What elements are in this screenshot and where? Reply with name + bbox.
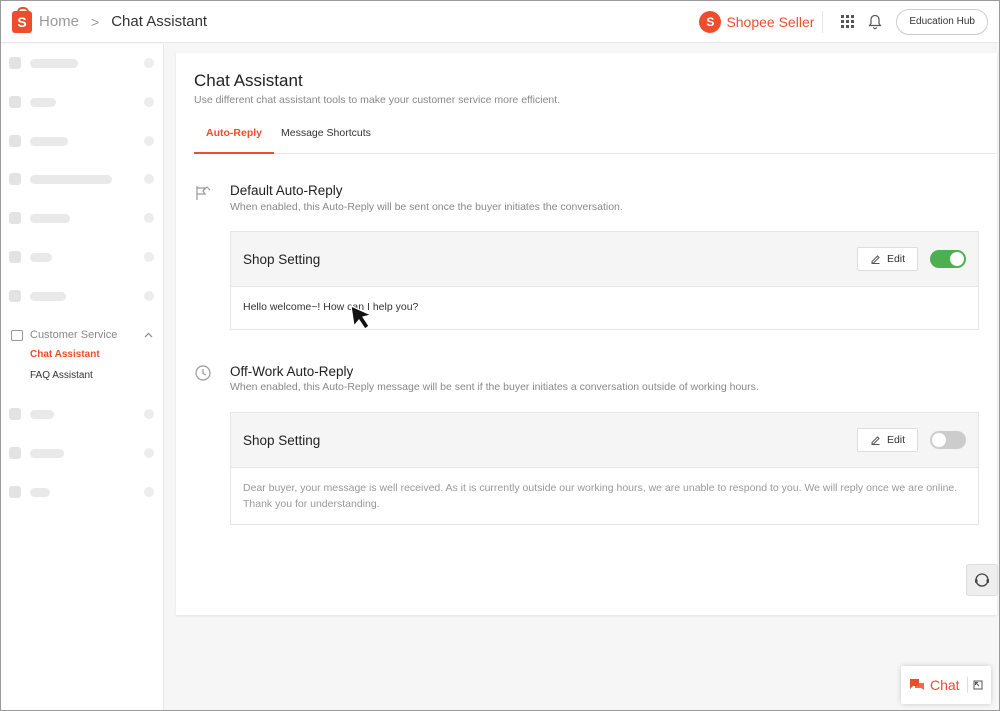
blurred-icon [9, 57, 21, 69]
chevron-icon [144, 97, 154, 107]
chevron-icon [144, 58, 154, 68]
toggle-knob [932, 433, 946, 447]
blurred-icon [9, 96, 21, 108]
breadcrumb-separator: > [91, 14, 99, 30]
sidebar-item-blurred[interactable] [9, 55, 154, 71]
sidebar-item-blurred[interactable] [9, 210, 154, 226]
customer-service-icon [11, 330, 23, 341]
toggle-knob [950, 252, 964, 266]
headset-icon [973, 571, 991, 589]
sidebar-subitem-chat-assistant[interactable]: Chat Assistant [30, 349, 100, 360]
sidebar-subitem-faq-assistant[interactable]: FAQ Assistant [30, 370, 93, 381]
edit-icon [870, 254, 881, 265]
sidebar-item-blurred[interactable] [9, 94, 154, 110]
tab-auto-reply[interactable]: Auto-Reply [194, 127, 274, 154]
blurred-icon [9, 290, 21, 302]
offwork-edit-button[interactable]: Edit [857, 428, 918, 452]
auto-reply-icon [194, 184, 212, 202]
main-card: Chat Assistant Use different chat assist… [176, 53, 997, 615]
blurred-icon [9, 135, 21, 147]
sidebar: Customer Service Chat Assistant FAQ Assi… [1, 44, 164, 710]
default-edit-button[interactable]: Edit [857, 247, 918, 271]
blurred-icon [9, 212, 21, 224]
edit-icon [870, 435, 881, 446]
blurred-icon [9, 486, 21, 498]
top-header: S Home > Chat Assistant S Shopee Seller … [1, 1, 999, 43]
chevron-icon [144, 291, 154, 301]
shopee-logo-icon[interactable]: S [12, 11, 32, 33]
blurred-icon [9, 251, 21, 263]
shopee-seller-logo-icon: S [699, 11, 721, 33]
chevron-icon [144, 409, 154, 419]
apps-grid-icon[interactable] [841, 15, 854, 28]
chevron-up-icon [144, 330, 153, 340]
header-divider [822, 11, 823, 33]
notification-bell-icon[interactable] [868, 14, 882, 30]
offwork-auto-reply-title: Off-Work Auto-Reply [230, 364, 353, 379]
sidebar-item-blurred[interactable] [9, 133, 154, 149]
blurred-icon [9, 447, 21, 459]
setting-header: Shop Setting Edit [231, 413, 978, 468]
offwork-shop-setting-box: Shop Setting Edit Dear buyer, your messa… [230, 412, 979, 525]
chevron-icon [144, 448, 154, 458]
sidebar-item-blurred[interactable] [9, 288, 154, 304]
offwork-reply-message: Dear buyer, your message is well receive… [231, 468, 978, 524]
default-auto-reply-description: When enabled, this Auto-Reply will be se… [230, 201, 623, 213]
sidebar-item-blurred[interactable] [9, 249, 154, 265]
sidebar-item-label: Customer Service [30, 329, 117, 341]
tab-message-shortcuts[interactable]: Message Shortcuts [281, 127, 371, 154]
sidebar-item-blurred[interactable] [9, 445, 154, 461]
education-hub-button[interactable]: Education Hub [896, 9, 988, 35]
default-auto-reply-toggle[interactable] [930, 250, 966, 268]
setting-title: Shop Setting [243, 433, 320, 448]
sidebar-item-blurred[interactable] [9, 171, 154, 187]
offwork-auto-reply-description: When enabled, this Auto-Reply message wi… [230, 381, 759, 393]
blurred-icon [9, 408, 21, 420]
sidebar-item-customer-service[interactable]: Customer Service [11, 327, 153, 343]
setting-title: Shop Setting [243, 252, 320, 267]
offwork-auto-reply-toggle[interactable] [930, 431, 966, 449]
sidebar-item-blurred[interactable] [9, 484, 154, 500]
sidebar-item-blurred[interactable] [9, 406, 154, 422]
default-reply-message: Hello welcome~! How can I help you? [231, 287, 978, 329]
blurred-icon [9, 173, 21, 185]
clock-icon [194, 364, 212, 382]
default-shop-setting-box: Shop Setting Edit Hello welcome~! How ca… [230, 231, 979, 330]
chevron-icon [144, 174, 154, 184]
chevron-icon [144, 487, 154, 497]
chevron-icon [144, 252, 154, 262]
page-subtitle: Use different chat assistant tools to ma… [194, 94, 560, 106]
seller-brand-text: Shopee Seller [726, 14, 822, 30]
mouse-cursor-icon [349, 304, 375, 337]
expand-icon[interactable] [973, 680, 983, 690]
chevron-icon [144, 136, 154, 146]
page-title: Chat Assistant [194, 71, 303, 91]
breadcrumb-current: Chat Assistant [111, 13, 207, 30]
default-auto-reply-title: Default Auto-Reply [230, 183, 343, 198]
chat-label: Chat [930, 677, 960, 693]
setting-header: Shop Setting Edit [231, 232, 978, 287]
breadcrumb-home[interactable]: Home [39, 13, 79, 30]
header-right: S Shopee Seller Education Hub [699, 1, 999, 42]
customer-support-button[interactable] [966, 564, 998, 596]
tab-bar: Auto-Reply Message Shortcuts [194, 115, 997, 154]
chat-widget[interactable]: Chat [901, 666, 991, 704]
chevron-icon [144, 213, 154, 223]
chat-bubble-icon [909, 678, 925, 692]
